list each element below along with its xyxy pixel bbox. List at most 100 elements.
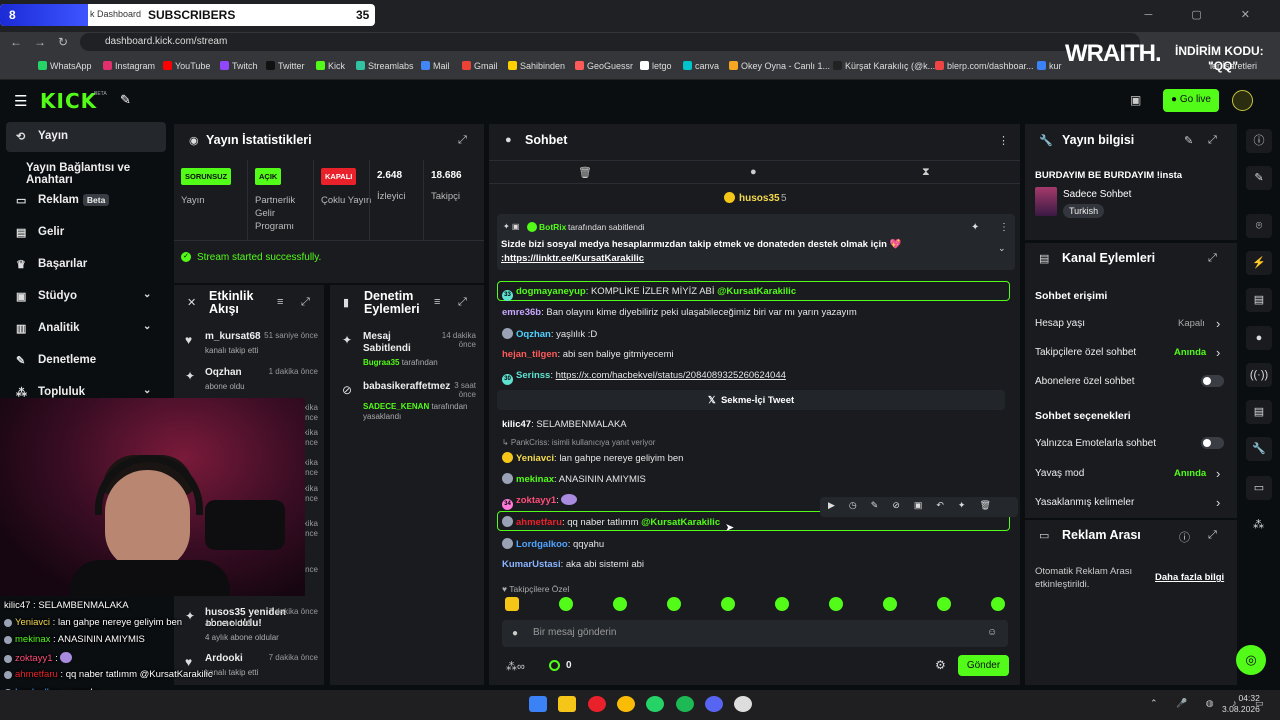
bookmark-item[interactable]: kur <box>1037 61 1062 71</box>
reply-context[interactable]: ↳ PankCriss: isimli kullanıcıya yanıt ve… <box>502 438 655 447</box>
community-icon[interactable]: ⁂ <box>1253 518 1264 531</box>
chat-message[interactable]: ahmetfaru: qq naber tatlımm @KursatKarak… <box>502 516 720 528</box>
chat-link[interactable]: https://x.com/hacbekvel/status/208408932… <box>556 370 786 381</box>
chat-username[interactable]: zoktayy1 <box>516 495 556 506</box>
expand-icon[interactable]: ⤢ <box>458 134 467 147</box>
sidebar-item-7[interactable]: ✎ Denetleme <box>6 346 166 376</box>
sidebar-item-2[interactable]: ▭ Reklam Beta <box>6 186 166 216</box>
chat-username[interactable]: Lordgalkoo <box>516 539 568 550</box>
chat-message[interactable]: mekinax: ANASININ AMIYMIS <box>502 473 646 485</box>
settings-icon[interactable]: ⚙ <box>935 658 946 672</box>
chat-username[interactable]: kilic47 <box>502 419 531 430</box>
chat-username[interactable]: Oqzhan <box>516 329 551 340</box>
expand-icon[interactable]: ⤢ <box>458 296 467 309</box>
chat-username[interactable]: Serinss <box>516 370 550 381</box>
chevron-right-icon[interactable]: › <box>1216 316 1220 331</box>
sidebar-item-5[interactable]: ▣ Stüdyo ⌄ <box>6 282 166 312</box>
spotify-icon[interactable] <box>676 696 694 712</box>
expand-icon[interactable]: ⤢ <box>1208 529 1217 542</box>
chat-message[interactable]: kilic47: SELAMBENMALAKA <box>502 419 627 430</box>
url-field[interactable] <box>80 33 1140 51</box>
chat-message[interactable]: Lordgalkoo: qqyahu <box>502 538 604 550</box>
filter-icon[interactable]: ≡ <box>277 296 283 308</box>
bookmark-item[interactable]: Kürşat Karakılıç (@k... <box>833 61 935 71</box>
emote-icon[interactable] <box>721 597 735 611</box>
expand-icon[interactable]: ⤢ <box>301 296 310 309</box>
bookmark-item[interactable]: Mail <box>421 61 450 71</box>
help-icon[interactable]: ◎ <box>1236 645 1266 675</box>
chat-username[interactable]: dogmayaneyup <box>516 286 586 297</box>
bookmark-item[interactable]: Streamlabs <box>356 61 414 71</box>
bookmark-item[interactable]: Twitter <box>266 61 305 71</box>
category-thumbnail[interactable] <box>1035 187 1057 216</box>
bookmark-item[interactable]: Twitch <box>220 61 258 71</box>
wrench-icon[interactable]: 🔧 <box>1246 437 1272 461</box>
document-icon[interactable]: ▤ <box>1246 288 1272 312</box>
nav-buttons[interactable]: ←→↻ <box>10 35 80 49</box>
bookmark-item[interactable]: Okey Oyna - Canlı 1... <box>729 61 830 71</box>
sidebar-item-3[interactable]: ▤ Gelir <box>6 218 166 248</box>
emote-icon[interactable] <box>505 597 519 611</box>
chevron-right-icon[interactable]: › <box>1216 345 1220 360</box>
unpin-icon[interactable]: ✦ <box>971 222 979 233</box>
chat-username[interactable]: mekinax <box>516 474 554 485</box>
list-icon[interactable]: ▤ <box>1246 400 1272 424</box>
target-icon[interactable]: ⌾ <box>1246 214 1272 238</box>
sidebar-item-1[interactable]: Yayın Bağlantısı ve Anahtarı <box>6 154 166 186</box>
chat-message[interactable]: Yeniavci: lan gahpe nereye geliyim ben <box>502 452 683 464</box>
info-icon[interactable]: ⓘ <box>1179 529 1190 545</box>
emote-icon[interactable] <box>559 597 573 611</box>
edit-icon[interactable]: ✎ <box>1184 134 1193 147</box>
chat-username[interactable]: ahmetfaru <box>516 517 562 528</box>
setting-value[interactable]: Anında <box>1174 468 1206 479</box>
bookmark-item[interactable]: Kick <box>316 61 345 71</box>
category-name[interactable]: Sadece Sohbet <box>1063 189 1131 200</box>
ad-break-link[interactable]: Daha fazla bilgi <box>1155 572 1224 583</box>
emoji-icon[interactable]: ☺ <box>987 627 997 638</box>
setting-value[interactable]: Anında <box>1174 347 1206 358</box>
emote-icon[interactable] <box>937 597 951 611</box>
filter-icon[interactable]: ≡ <box>434 296 440 308</box>
emote-icon[interactable] <box>883 597 897 611</box>
emote-icon[interactable] <box>829 597 843 611</box>
bookmark-item[interactable]: canva <box>683 61 719 71</box>
chevron-down-icon[interactable]: ⌄ <box>998 243 1006 254</box>
send-button[interactable]: Gönder <box>958 655 1009 676</box>
chat-username[interactable]: emre36b <box>502 307 541 318</box>
chat-message[interactable]: KumarUstasi: aka abi sistemi abi <box>502 559 644 570</box>
chat-message[interactable]: emre36b: Ban olayını kime diyebiliriz pe… <box>502 307 857 318</box>
bookmark-item[interactable]: letgo <box>640 61 672 71</box>
more-icon[interactable]: ⋮ <box>999 222 1009 233</box>
browser-tab-title[interactable]: k Dashboard <box>90 9 141 19</box>
chat-username[interactable]: hejan_tilgen <box>502 349 557 360</box>
emote-icon[interactable] <box>991 597 1005 611</box>
url-text[interactable]: dashboard.kick.com/stream <box>105 36 227 47</box>
chat-username[interactable]: Yeniavci <box>516 453 554 464</box>
whatsapp-icon[interactable] <box>646 696 664 712</box>
emote-icon[interactable] <box>613 597 627 611</box>
chat-icon[interactable]: ● <box>1246 326 1272 350</box>
bookmark-item[interactable]: Gmail <box>462 61 498 71</box>
opera-icon[interactable] <box>588 696 606 712</box>
lightning-icon[interactable]: ⚡ <box>1246 251 1272 275</box>
moderation-actor[interactable]: Bugraa35 <box>363 358 399 367</box>
hourglass-icon[interactable]: ⧗ <box>922 166 930 179</box>
discord-icon[interactable] <box>705 696 723 712</box>
sidebar-item-4[interactable]: ♛ Başarılar <box>6 250 166 280</box>
windows-start-icon[interactable] <box>529 696 547 712</box>
trash-icon[interactable]: 🗑 <box>578 166 592 179</box>
sidebar-item-6[interactable]: ▥ Analitik ⌄ <box>6 314 166 344</box>
pen-icon[interactable]: ✎ <box>1246 166 1272 190</box>
chat-username[interactable]: KumarUstasi <box>502 559 561 570</box>
file-explorer-icon[interactable] <box>558 696 576 712</box>
top-gifter-name[interactable]: husos35 <box>739 193 780 204</box>
chrome-icon[interactable] <box>617 696 635 712</box>
info-icon[interactable]: ⓘ <box>1246 129 1272 153</box>
chat-bubble-icon[interactable]: ● <box>750 166 757 178</box>
kick-logo[interactable]: KICK <box>40 89 97 113</box>
expand-icon[interactable]: ⤢ <box>1208 252 1217 265</box>
window-icon[interactable]: ▭ <box>1246 476 1272 500</box>
menu-icon[interactable]: ☰ <box>14 92 27 110</box>
pinned-by[interactable]: BotRix <box>539 222 566 232</box>
avatar[interactable] <box>1232 90 1253 111</box>
